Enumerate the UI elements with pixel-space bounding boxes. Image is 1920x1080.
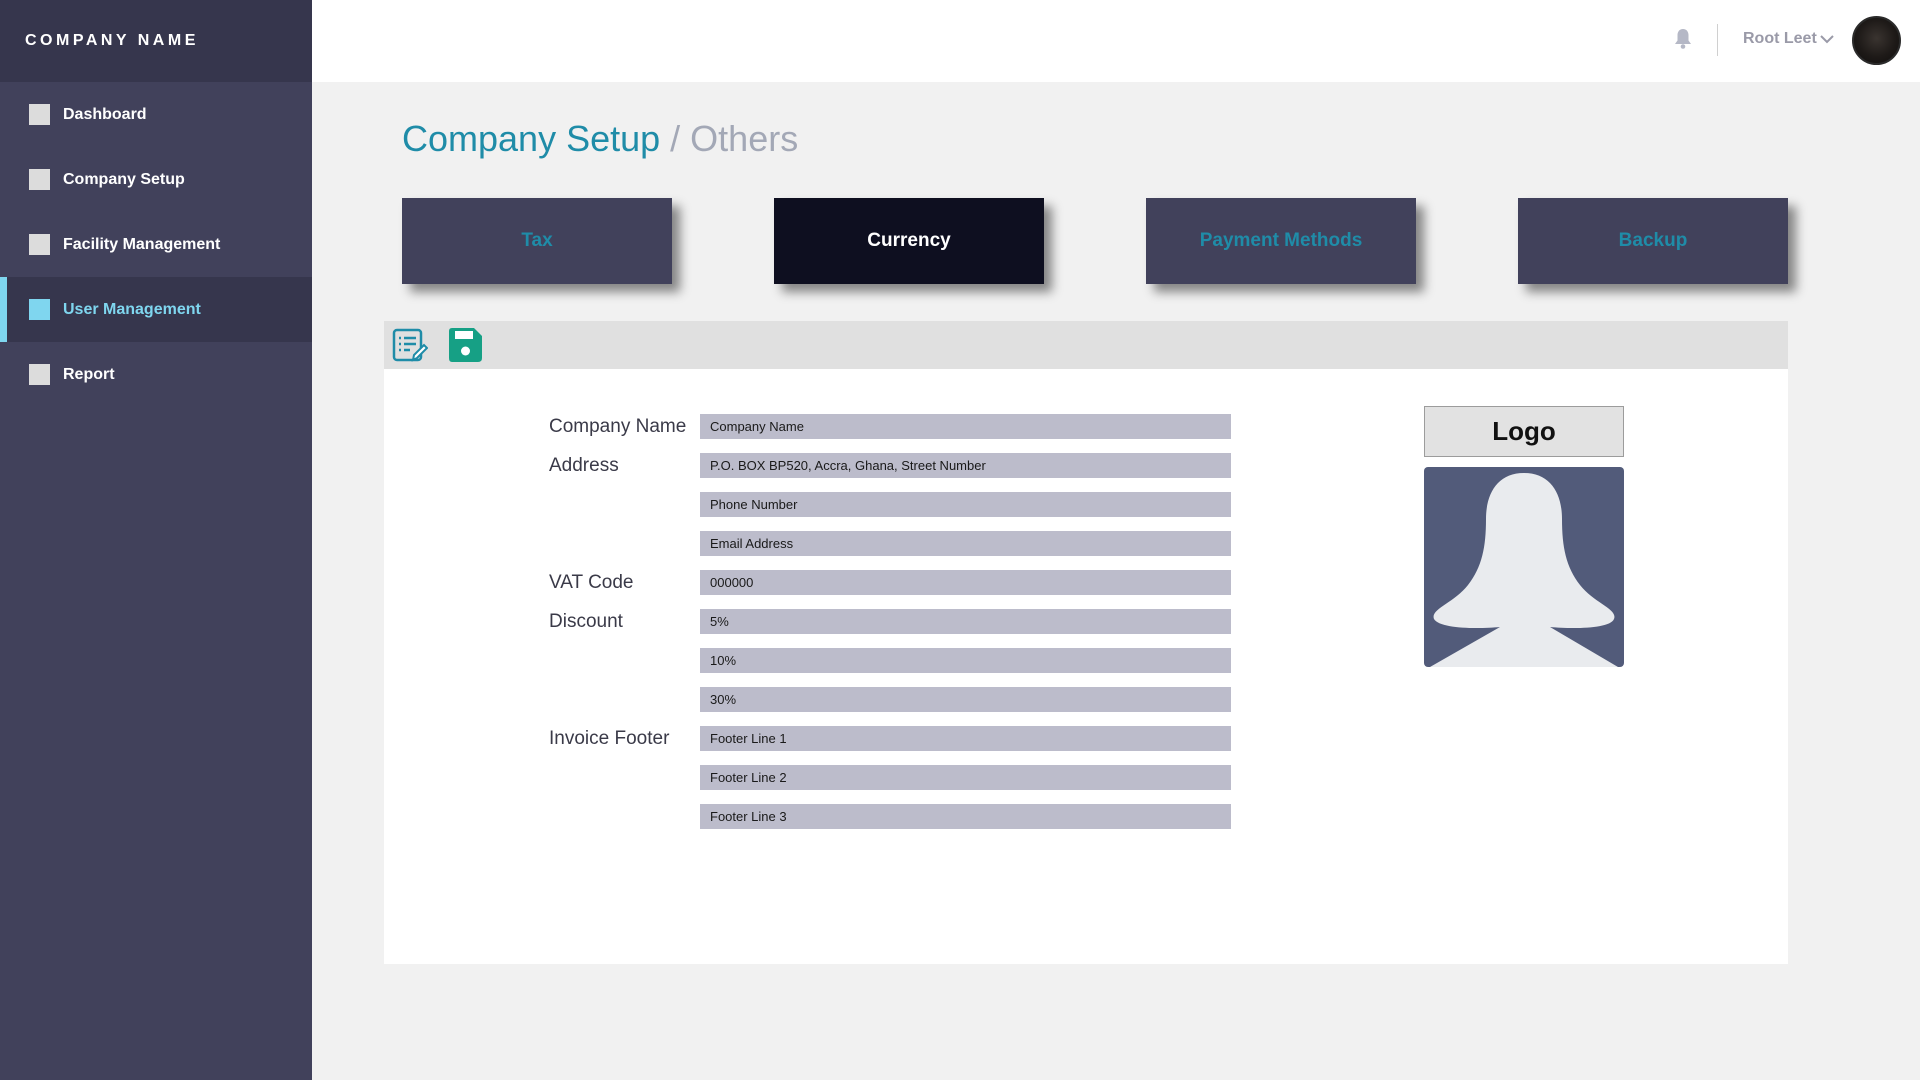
discount-label: Discount <box>549 611 623 632</box>
footer-line-3-input[interactable] <box>700 804 1231 829</box>
top-bar: Root Leet <box>312 0 1920 82</box>
sidebar-item-dashboard[interactable]: Dashboard <box>0 82 312 147</box>
sidebar-item-label: Facility Management <box>63 235 221 253</box>
checkbox-icon <box>29 234 50 255</box>
vat-code-label: VAT Code <box>549 572 634 593</box>
tab-currency[interactable]: Currency <box>774 198 1044 284</box>
tab-label: Payment Methods <box>1199 230 1363 251</box>
chevron-down-icon[interactable] <box>1819 31 1835 47</box>
sidebar-item-company-setup[interactable]: Company Setup <box>0 147 312 212</box>
page-title-main: Company Setup <box>402 118 661 159</box>
sidebar-item-facility-management[interactable]: Facility Management <box>0 212 312 277</box>
sidebar-item-label: Company Setup <box>63 170 185 188</box>
form-toolbar <box>384 321 1788 369</box>
bell-icon[interactable] <box>1674 28 1692 50</box>
person-silhouette-icon <box>1430 473 1618 667</box>
tab-label: Backup <box>1618 230 1688 251</box>
page-title: Company Setup / Others <box>402 118 798 160</box>
checkbox-icon <box>29 364 50 385</box>
divider <box>1717 24 1718 56</box>
brand: COMPANY NAME <box>0 0 312 82</box>
company-name-label: Company Name <box>549 416 687 437</box>
sidebar: COMPANY NAME Dashboard Company Setup Fac… <box>0 0 312 1080</box>
logo-button[interactable]: Logo <box>1424 406 1624 457</box>
address-label: Address <box>549 455 619 476</box>
logo-button-label: Logo <box>1492 416 1556 446</box>
checkbox-icon <box>29 169 50 190</box>
invoice-footer-label: Invoice Footer <box>549 728 670 749</box>
checkbox-icon <box>29 299 50 320</box>
email-input[interactable] <box>700 531 1231 556</box>
tab-tax[interactable]: Tax <box>402 198 672 284</box>
sidebar-item-label: User Management <box>63 300 201 318</box>
footer-line-2-input[interactable] <box>700 765 1231 790</box>
tab-backup[interactable]: Backup <box>1518 198 1788 284</box>
company-name-input[interactable] <box>700 414 1231 439</box>
footer-line-1-input[interactable] <box>700 726 1231 751</box>
discount-input-3[interactable] <box>700 687 1231 712</box>
edit-list-icon[interactable] <box>392 327 428 363</box>
vat-code-input[interactable] <box>700 570 1231 595</box>
user-name[interactable]: Root Leet <box>1743 30 1817 48</box>
sidebar-item-report[interactable]: Report <box>0 342 312 407</box>
tab-label: Tax <box>521 230 553 251</box>
page-title-sub: / Others <box>670 118 799 159</box>
sidebar-item-label: Report <box>63 365 115 383</box>
tab-payment-methods[interactable]: Payment Methods <box>1146 198 1416 284</box>
save-icon[interactable] <box>447 327 483 363</box>
avatar[interactable] <box>1852 16 1901 65</box>
sidebar-item-user-management[interactable]: User Management <box>0 277 312 342</box>
discount-input-2[interactable] <box>700 648 1231 673</box>
phone-input[interactable] <box>700 492 1231 517</box>
sidebar-item-label: Dashboard <box>63 105 147 123</box>
checkbox-icon <box>29 104 50 125</box>
brand-name: COMPANY NAME <box>25 32 199 49</box>
tab-label: Currency <box>867 230 951 251</box>
discount-input-1[interactable] <box>700 609 1231 634</box>
address-input[interactable] <box>700 453 1231 478</box>
logo-placeholder-image[interactable] <box>1424 467 1624 667</box>
